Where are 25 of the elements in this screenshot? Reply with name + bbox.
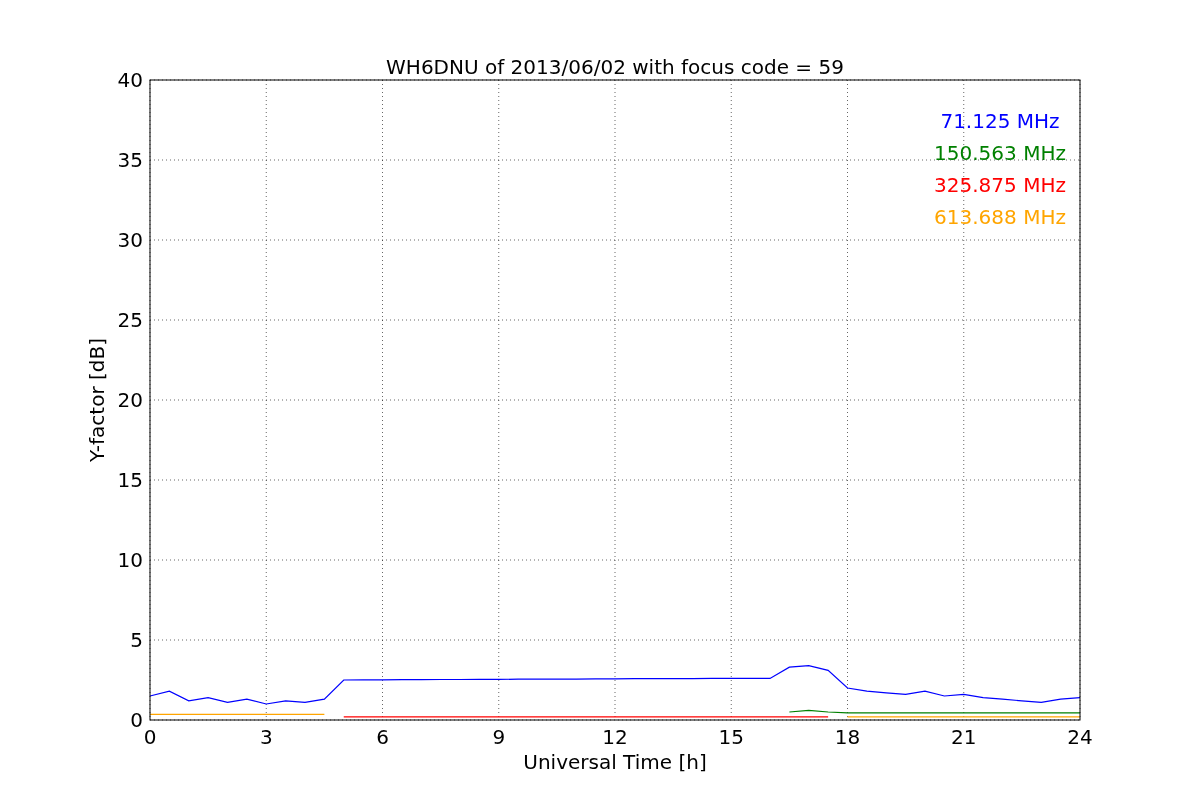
x-tick-label: 6 — [376, 725, 389, 749]
y-tick-label: 15 — [117, 468, 143, 492]
x-tick-label: 15 — [718, 725, 744, 749]
x-tick-label: 18 — [834, 725, 861, 749]
x-tick-label: 24 — [1067, 725, 1093, 749]
x-tick-label: 0 — [143, 725, 157, 749]
x-axis-label: Universal Time [h] — [523, 750, 707, 774]
legend-label: 71.125 MHz — [940, 109, 1060, 133]
y-axis-label: Y-factor [dB] — [85, 338, 109, 462]
x-tick-label: 3 — [259, 725, 273, 749]
y-tick-label: 25 — [117, 308, 143, 332]
y-tick-label: 0 — [130, 708, 143, 732]
legend-label: 613.688 MHz — [934, 205, 1066, 229]
y-tick-label: 10 — [117, 548, 143, 572]
legend-label: 325.875 MHz — [934, 173, 1066, 197]
y-tick-label: 35 — [117, 148, 143, 172]
x-tick-label: 21 — [951, 725, 977, 749]
x-tick-label: 9 — [492, 725, 506, 749]
y-tick-label: 40 — [117, 68, 143, 92]
legend-label: 150.563 MHz — [934, 141, 1066, 165]
y-tick-label: 5 — [130, 628, 143, 652]
y-tick-label: 20 — [117, 388, 143, 412]
x-tick-label: 12 — [602, 725, 628, 749]
chart-title: WH6DNU of 2013/06/02 with focus code = 59 — [386, 55, 844, 79]
y-tick-label: 30 — [117, 228, 143, 252]
